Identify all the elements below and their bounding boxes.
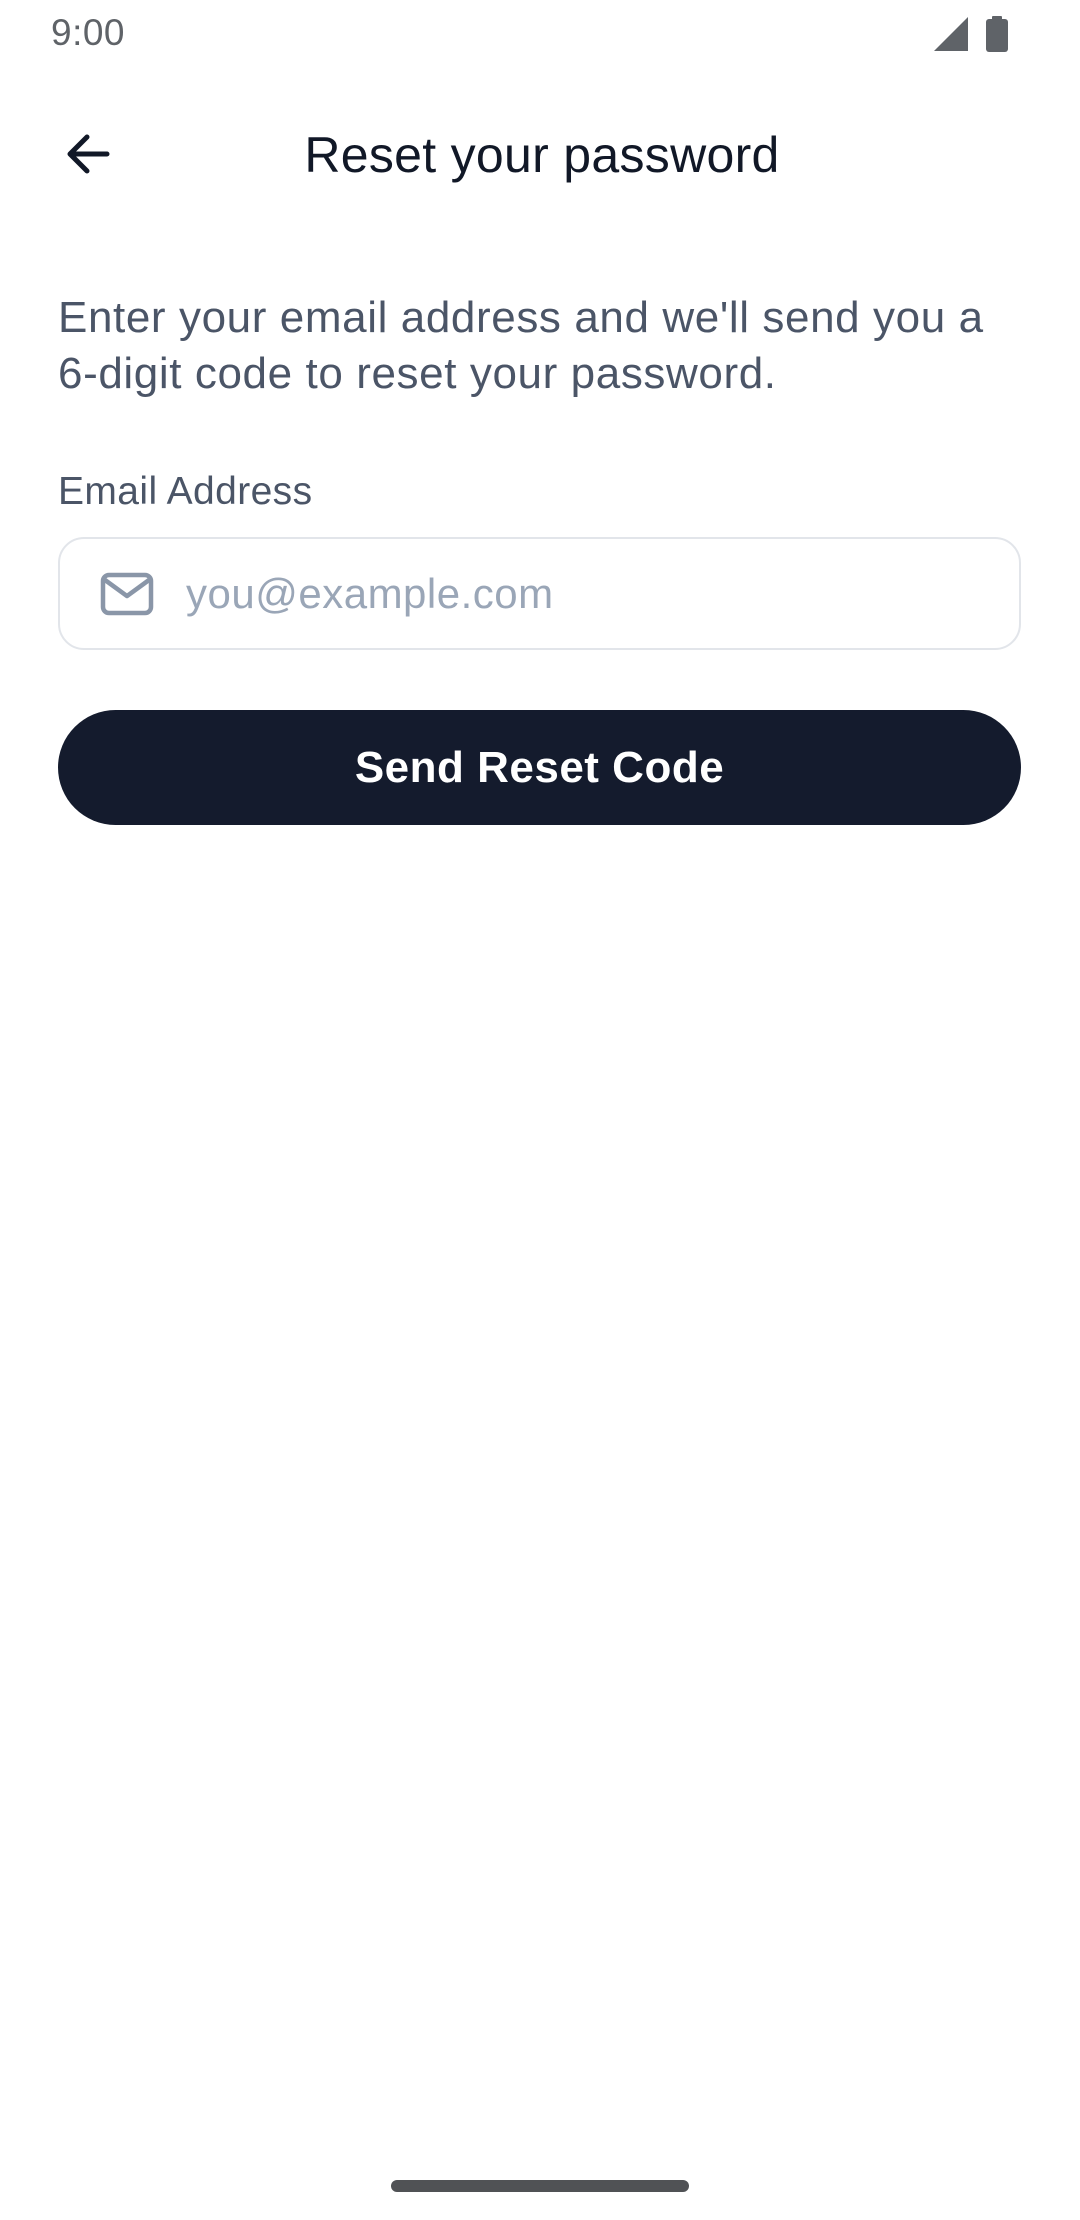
instructions-text: Enter your email address and we'll send … — [58, 293, 984, 398]
status-icons — [934, 16, 1008, 57]
mail-icon — [100, 572, 154, 616]
page-title: Reset your password — [304, 127, 780, 183]
battery-icon — [986, 16, 1008, 57]
status-time: 9:00 — [51, 12, 126, 53]
home-indicator[interactable] — [391, 2180, 689, 2192]
signal-icon — [934, 17, 968, 56]
status-bar: 9:00 — [0, 0, 1080, 68]
app-header: Reset your password — [0, 100, 1080, 212]
email-field[interactable] — [58, 537, 1021, 650]
send-reset-code-button[interactable]: Send Reset Code — [58, 710, 1021, 825]
email-label: Email Address — [58, 470, 313, 513]
send-reset-code-label: Send Reset Code — [354, 742, 725, 792]
email-input[interactable] — [184, 568, 968, 619]
